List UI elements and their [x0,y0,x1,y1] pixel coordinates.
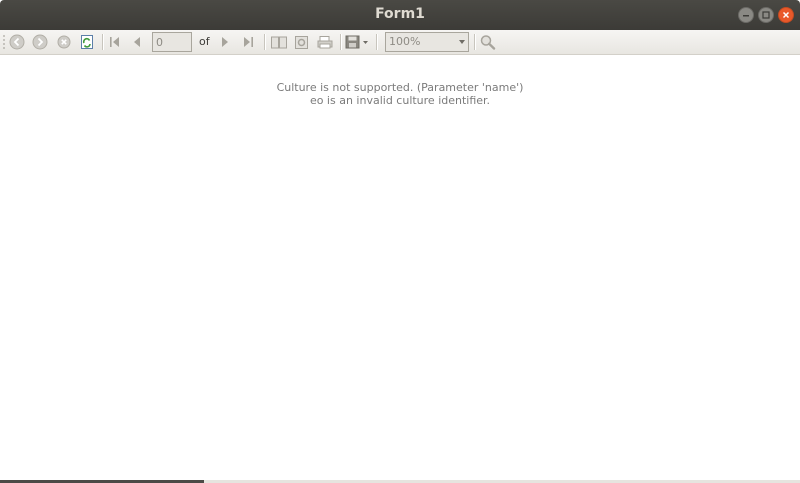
report-viewer-window: Form1 0 of 100% Culture is not supported… [0,0,800,483]
print-layout-button[interactable] [270,33,288,51]
error-message: Culture is not supported. (Parameter 'na… [0,81,800,107]
zoom-value: 100% [389,35,421,48]
title-bar[interactable]: Form1 [0,0,800,30]
minimize-icon [743,15,749,17]
last-page-button[interactable] [239,33,257,51]
zoom-select[interactable]: 100% [385,32,469,52]
export-icon [345,35,368,49]
chevron-down-icon [459,40,465,44]
print-icon [317,36,333,49]
toolbar-separator [340,34,342,50]
export-dropdown-button[interactable] [344,33,372,51]
page-count-label: of [199,35,210,48]
next-page-button[interactable] [216,33,234,51]
find-button[interactable] [479,33,497,51]
window-title: Form1 [375,6,425,22]
first-page-button[interactable] [106,33,124,51]
maximize-button[interactable] [758,7,774,23]
refresh-icon [81,35,93,49]
maximize-icon [762,11,770,19]
forward-icon [32,34,48,50]
print-button[interactable] [316,33,334,51]
report-content-area: Culture is not supported. (Parameter 'na… [0,55,800,480]
toolbar-separator [376,34,378,50]
error-message-line-1: Culture is not supported. (Parameter 'na… [276,81,524,94]
toolbar-separator [264,34,266,50]
close-button[interactable] [778,7,794,23]
stop-icon [57,35,71,49]
forward-button[interactable] [31,33,49,51]
back-button[interactable] [8,33,26,51]
toolbar-separator [474,34,476,50]
back-icon [9,34,25,50]
toolbar-grip[interactable] [3,34,5,50]
page-setup-button[interactable] [293,33,311,51]
minimize-button[interactable] [738,7,754,23]
close-icon [782,11,790,19]
previous-page-button[interactable] [128,33,146,51]
last-page-icon [244,37,253,47]
first-page-icon [110,37,119,47]
toolbar-separator [102,34,104,50]
page-setup-icon [295,36,308,49]
find-icon [480,35,496,50]
next-page-icon [222,37,228,47]
stop-button[interactable] [55,33,73,51]
print-layout-icon [271,36,287,49]
refresh-button[interactable] [78,33,96,51]
error-message-line-2: eo is an invalid culture identifier. [309,94,491,107]
previous-page-icon [134,37,140,47]
page-number-input[interactable] [152,32,192,52]
